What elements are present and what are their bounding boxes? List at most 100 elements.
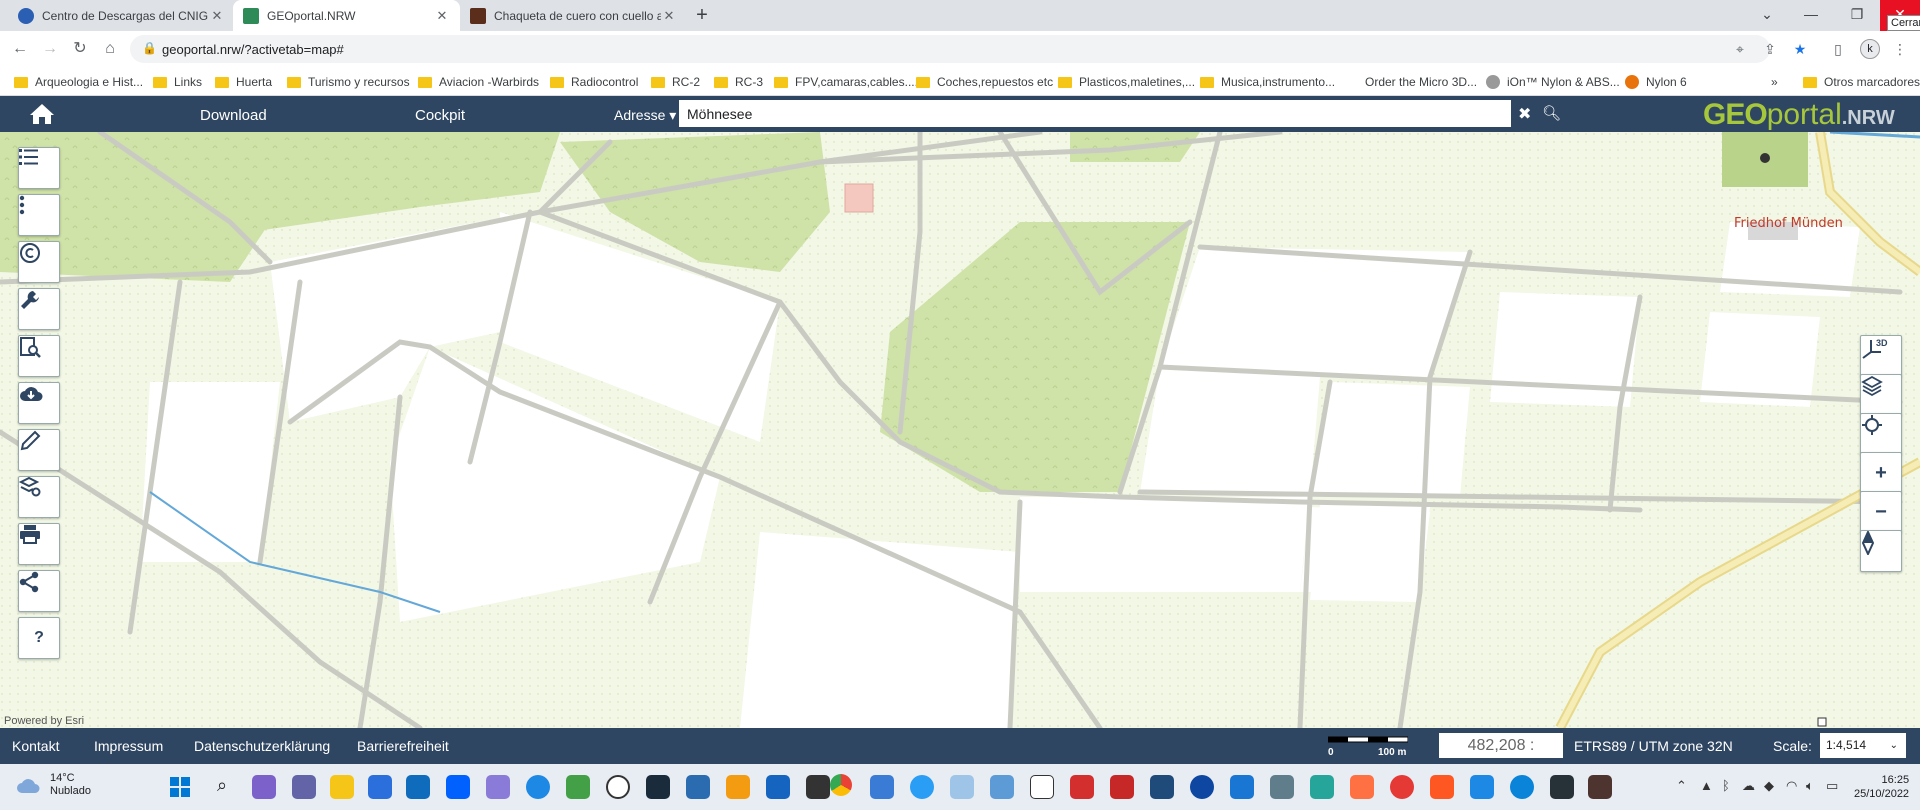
- volume-icon[interactable]: 🔈︎: [1806, 778, 1814, 794]
- terminal-window-icon[interactable]: [1588, 775, 1612, 799]
- power-automate-icon[interactable]: [766, 775, 790, 799]
- download-nav-link[interactable]: Download: [200, 107, 267, 124]
- tray-expand-icon[interactable]: ⌃: [1676, 778, 1687, 794]
- layer-settings-button[interactable]: [18, 476, 60, 518]
- bookmark-item[interactable]: Arqueologia e Hist...: [14, 73, 143, 91]
- map-canvas[interactable]: Friedhof Münden Powered by Esri ? 3D + −: [0, 132, 1920, 728]
- bookmark-item[interactable]: Musica,instrumento...: [1200, 73, 1335, 91]
- bookmark-item[interactable]: Nylon 6: [1625, 73, 1687, 91]
- tray-cloud-icon[interactable]: ☁: [1742, 778, 1755, 794]
- creature-icon[interactable]: [1350, 775, 1374, 799]
- basemap-layers-button[interactable]: [1860, 374, 1902, 416]
- triangle-app-icon[interactable]: [1030, 775, 1054, 799]
- locate-me-button[interactable]: [1860, 413, 1902, 455]
- restore-button[interactable]: ❐: [1834, 0, 1880, 31]
- drive-icon[interactable]: [1270, 775, 1294, 799]
- print-button[interactable]: [18, 523, 60, 565]
- location-pin-icon[interactable]: ⌖: [1730, 39, 1750, 59]
- bluetooth-icon[interactable]: ᛒ: [1722, 778, 1730, 793]
- blue-app-icon[interactable]: [1470, 775, 1494, 799]
- orange-app-icon[interactable]: [1430, 775, 1454, 799]
- taskbar-search-icon[interactable]: ⌕: [210, 775, 234, 799]
- bookmark-item[interactable]: Order the Micro 3D...: [1365, 73, 1477, 91]
- bookmark-item[interactable]: FPV,camaras,cables....: [774, 73, 918, 91]
- widgets-icon[interactable]: [252, 775, 276, 799]
- legend-list-button[interactable]: [18, 147, 60, 189]
- bookmark-item[interactable]: RC-3: [714, 73, 763, 91]
- tools-button[interactable]: [18, 288, 60, 330]
- other-bookmarks[interactable]: Otros marcadores: [1803, 73, 1920, 91]
- draw-button[interactable]: [18, 429, 60, 471]
- copyright-button[interactable]: [18, 241, 60, 283]
- address-bar[interactable]: 🔒 geoportal.nrw/?activetab=map#: [130, 35, 1770, 63]
- compass-button[interactable]: [1860, 530, 1902, 572]
- edge-icon[interactable]: [1510, 775, 1534, 799]
- zoom-in-button[interactable]: +: [1860, 452, 1902, 494]
- 3d-view-button[interactable]: 3D: [1860, 335, 1902, 377]
- wifi-icon[interactable]: ◠: [1786, 778, 1797, 794]
- bookmark-item[interactable]: Coches,repuestos etc: [916, 73, 1053, 91]
- red-circle-app-icon[interactable]: [1390, 775, 1414, 799]
- help-app-icon[interactable]: [526, 775, 550, 799]
- side-panel-icon[interactable]: ▯: [1828, 39, 1848, 59]
- grid-app-icon[interactable]: [646, 775, 670, 799]
- bookmark-item[interactable]: iOn™ Nylon & ABS...: [1486, 73, 1620, 91]
- mail-icon[interactable]: [406, 775, 430, 799]
- clear-search-icon[interactable]: ✖: [1518, 104, 1531, 124]
- music-icon[interactable]: [870, 775, 894, 799]
- minimize-button[interactable]: —: [1788, 0, 1834, 31]
- bookmarks-overflow-button[interactable]: »: [1771, 73, 1778, 91]
- app-icon[interactable]: [486, 775, 510, 799]
- bookmark-item[interactable]: Links: [153, 73, 202, 91]
- browser-tab-geoportal[interactable]: GEOportal.NRW ✕: [233, 0, 460, 31]
- notepad-icon[interactable]: [990, 775, 1014, 799]
- gear-app-icon[interactable]: [1190, 775, 1214, 799]
- store-icon[interactable]: [368, 775, 392, 799]
- browser-tab-cnig[interactable]: Centro de Descargas del CNIG (I ✕: [8, 0, 235, 31]
- battery-icon[interactable]: ▭: [1826, 778, 1838, 794]
- image-viewer-icon[interactable]: [1230, 775, 1254, 799]
- profile-avatar[interactable]: k: [1860, 39, 1880, 59]
- file-explorer-icon[interactable]: [330, 775, 354, 799]
- bookmark-item[interactable]: Plasticos,maletines,...: [1058, 73, 1195, 91]
- footer-link-datenschutz[interactable]: Datenschutzerklärung: [194, 738, 330, 754]
- pdf-editor-icon[interactable]: [1110, 775, 1134, 799]
- browser-tab-chaqueta[interactable]: Chaqueta de cuero con cuello al ✕: [460, 0, 687, 31]
- pdf-reader-icon[interactable]: [1070, 775, 1094, 799]
- teams-chat-icon[interactable]: [292, 775, 316, 799]
- share-page-icon[interactable]: ⇪: [1760, 39, 1780, 59]
- home-icon[interactable]: [28, 102, 56, 126]
- search-icon[interactable]: 🔍︎: [1542, 104, 1561, 122]
- close-tab-icon[interactable]: ✕: [209, 8, 225, 24]
- bold-b-icon[interactable]: [606, 775, 630, 799]
- tool-icon[interactable]: [1310, 775, 1334, 799]
- footer-link-kontakt[interactable]: Kontakt: [12, 738, 59, 754]
- new-tab-button[interactable]: +: [690, 4, 714, 28]
- chrome-icon[interactable]: [830, 774, 852, 796]
- antivirus-icon[interactable]: ◆: [1764, 778, 1774, 794]
- bookmark-star-icon[interactable]: ★: [1790, 39, 1810, 59]
- search-document-button[interactable]: [18, 335, 60, 377]
- eye-off-icon[interactable]: [910, 775, 934, 799]
- download-button[interactable]: [18, 382, 60, 424]
- font-app-icon[interactable]: [1150, 775, 1174, 799]
- tab-search-icon[interactable]: ⌄: [1744, 0, 1790, 31]
- bookmark-item[interactable]: RC-2: [651, 73, 700, 91]
- weather-widget[interactable]: 14°C Nublado: [16, 772, 91, 798]
- bookmark-item[interactable]: Huerta: [215, 73, 272, 91]
- footer-link-barrierefreiheit[interactable]: Barrierefreiheit: [357, 738, 449, 754]
- photo-app-icon[interactable]: [686, 775, 710, 799]
- close-tab-icon[interactable]: ✕: [661, 8, 677, 24]
- address-search-input[interactable]: [679, 100, 1511, 127]
- paint-icon[interactable]: [950, 775, 974, 799]
- tray-app-icon[interactable]: ▲: [1700, 778, 1713, 793]
- nvidia-icon[interactable]: [566, 775, 590, 799]
- close-tab-icon[interactable]: ✕: [434, 8, 450, 24]
- search-mode-dropdown[interactable]: Adresse ▾: [614, 107, 676, 124]
- cockpit-nav-link[interactable]: Cockpit: [415, 107, 465, 124]
- scale-select[interactable]: 1:4,514 ⌄: [1820, 733, 1906, 758]
- start-windows-icon[interactable]: [168, 775, 192, 799]
- share-button[interactable]: [18, 570, 60, 612]
- home-icon[interactable]: ⌂: [98, 37, 122, 61]
- more-options-button[interactable]: [18, 194, 60, 236]
